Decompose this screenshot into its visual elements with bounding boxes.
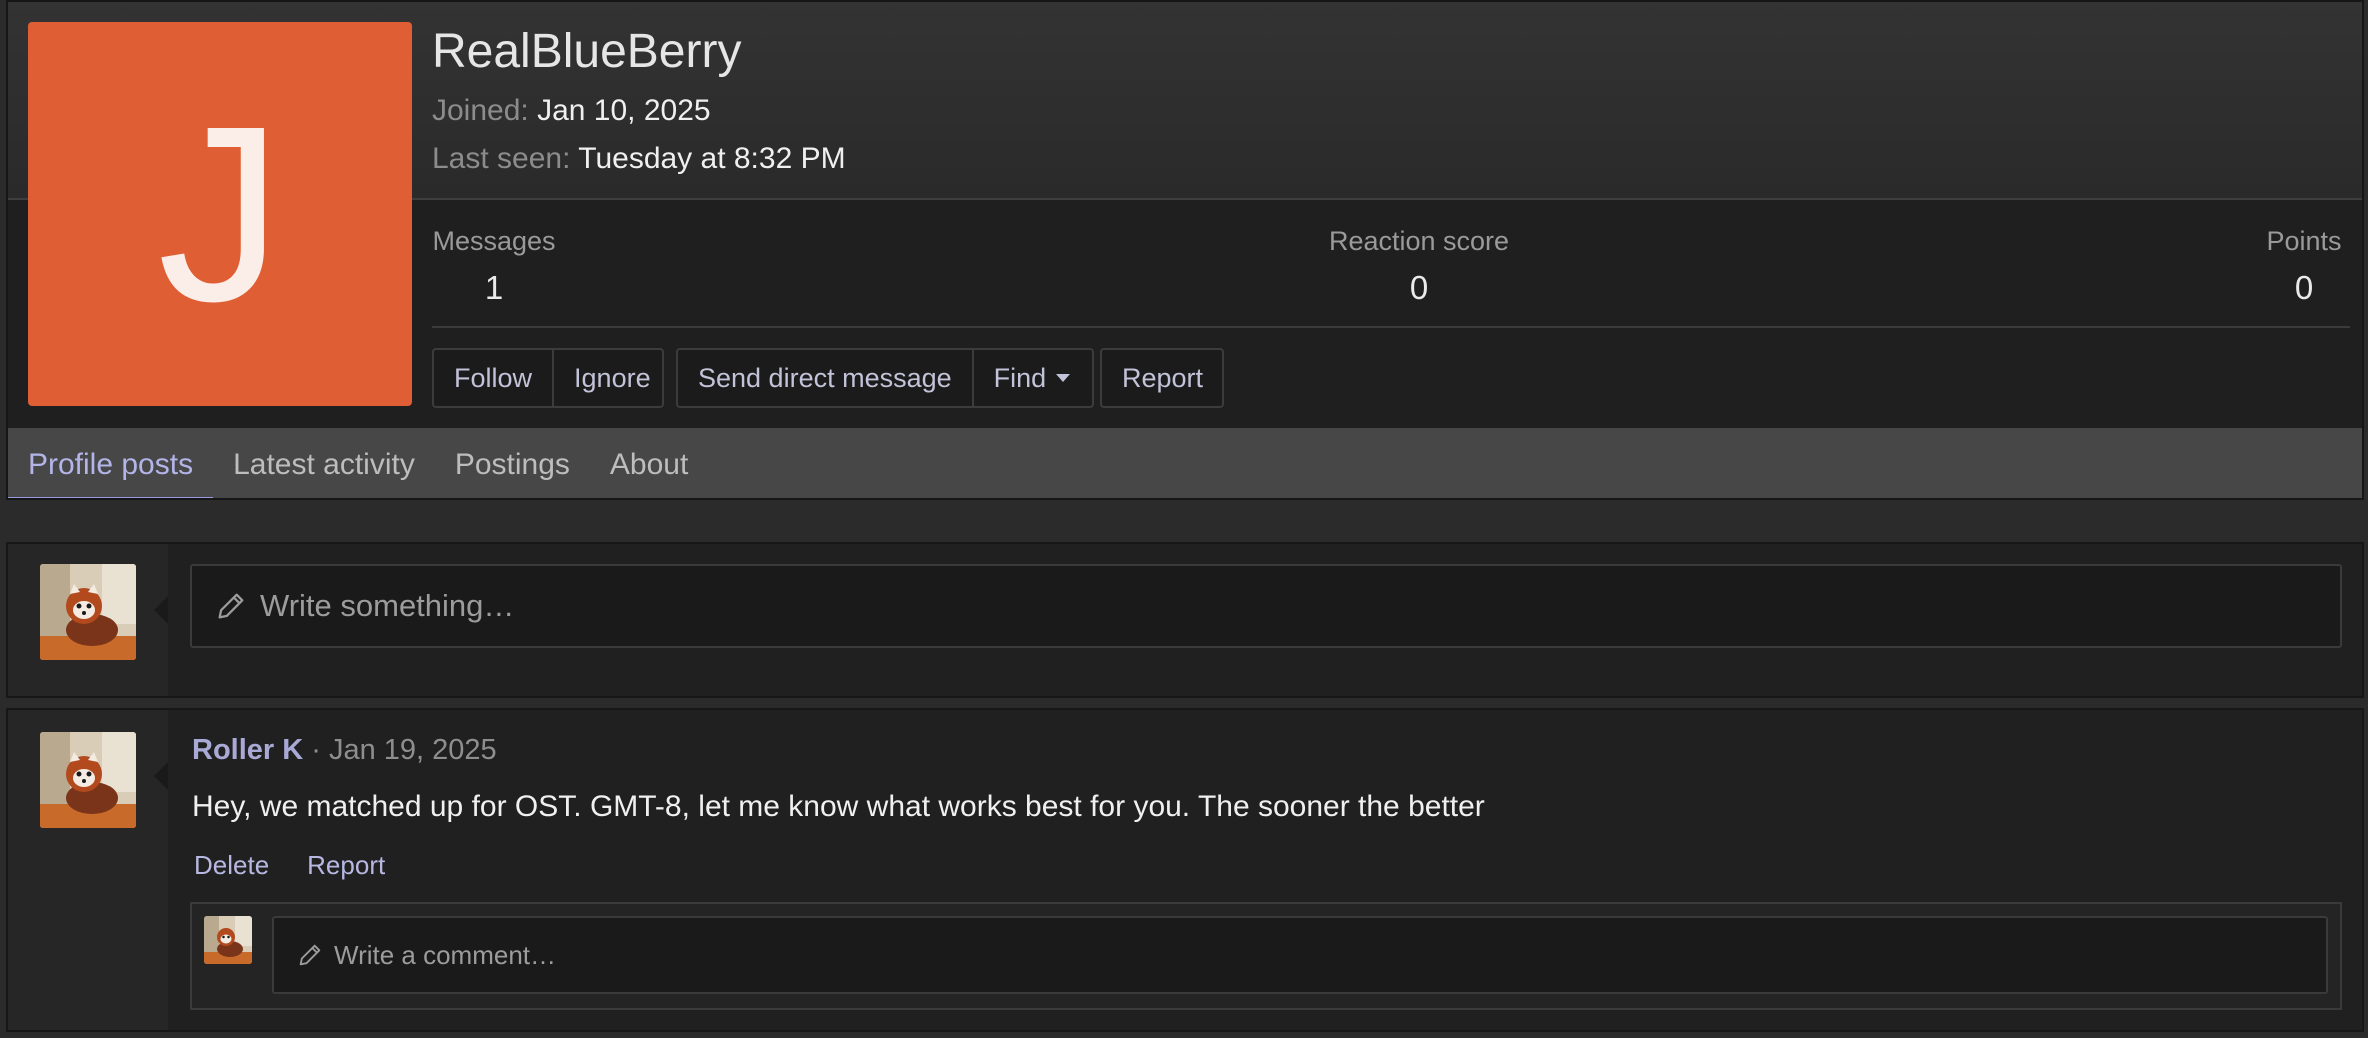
follow-ignore-group: Follow Ignore (432, 348, 664, 408)
profile-avatar[interactable]: J (28, 22, 412, 406)
write-something-placeholder: Write something… (260, 588, 515, 623)
profile-username: RealBlueBerry (432, 25, 742, 78)
pencil-icon (299, 944, 321, 966)
profile-page: J RealBlueBerry Joined: Jan 10, 2025 Las… (0, 0, 2368, 1038)
stat-reaction-score: Reaction score 0 (1308, 226, 1530, 307)
find-dropdown-button[interactable]: Find (971, 350, 1091, 406)
comment-user-avatar[interactable] (204, 916, 252, 964)
profile-post: Roller K · Jan 19, 2025 Hey, we matched … (6, 708, 2364, 1032)
report-profile-button[interactable]: Report (1102, 350, 1223, 406)
red-panda-avatar-image (204, 916, 252, 964)
stats-divider (432, 326, 2350, 328)
post-header: Roller K · Jan 19, 2025 (192, 734, 497, 767)
red-panda-avatar-image (40, 732, 136, 828)
write-comment-input[interactable]: Write a comment… (272, 916, 2328, 994)
post-pointer (154, 762, 168, 790)
post-author-link[interactable]: Roller K (192, 734, 303, 766)
last-seen-label: Last seen: (432, 142, 571, 175)
follow-button[interactable]: Follow (434, 350, 552, 406)
comment-area: Write a comment… (190, 902, 2342, 1010)
post-body: Hey, we matched up for OST. GMT-8, let m… (192, 790, 1485, 823)
send-direct-message-button[interactable]: Send direct message (678, 350, 972, 406)
joined-date: Jan 10, 2025 (537, 94, 711, 127)
profile-post-composer: Write something… (6, 542, 2364, 698)
stat-messages-label: Messages (432, 226, 556, 256)
delete-post-link[interactable]: Delete (192, 850, 271, 881)
last-seen-info: Last seen: Tuesday at 8:32 PM (432, 142, 846, 176)
stat-points-value[interactable]: 0 (2262, 269, 2346, 307)
tab-latest-activity[interactable]: Latest activity (213, 428, 435, 498)
write-something-input[interactable]: Write something… (190, 564, 2342, 648)
profile-header: J RealBlueBerry Joined: Jan 10, 2025 Las… (6, 0, 2364, 500)
stat-messages-value[interactable]: 1 (432, 269, 556, 307)
post-date[interactable]: Jan 19, 2025 (329, 734, 497, 766)
last-seen-value[interactable]: Tuesday at 8:32 PM (578, 142, 845, 175)
tab-about[interactable]: About (590, 428, 708, 498)
post-author-avatar[interactable] (40, 732, 136, 828)
pencil-icon (218, 593, 244, 619)
joined-label: Joined: (432, 94, 529, 127)
stat-points: Points 0 (2262, 226, 2346, 307)
stat-reaction-value[interactable]: 0 (1308, 269, 1530, 307)
red-panda-avatar-image (40, 564, 136, 660)
message-find-group: Send direct message Find (676, 348, 1094, 408)
post-actions: Delete Report (192, 850, 387, 881)
post-separator: · (303, 734, 329, 766)
current-user-avatar[interactable] (40, 564, 136, 660)
profile-tabs: Profile posts Latest activity Postings A… (8, 428, 2362, 498)
stat-messages: Messages 1 (432, 226, 556, 307)
tab-postings[interactable]: Postings (435, 428, 590, 498)
stat-points-label: Points (2266, 226, 2342, 256)
avatar-letter: J (157, 74, 283, 353)
joined-info: Joined: Jan 10, 2025 (432, 94, 711, 128)
report-group: Report (1100, 348, 1224, 408)
tab-profile-posts[interactable]: Profile posts (8, 428, 214, 498)
write-comment-placeholder: Write a comment… (334, 939, 557, 970)
chevron-down-icon (1056, 374, 1071, 382)
composer-pointer (154, 596, 168, 624)
stat-reaction-label: Reaction score (1328, 226, 1510, 256)
ignore-button[interactable]: Ignore (552, 350, 671, 406)
report-post-link[interactable]: Report (305, 850, 387, 881)
find-label: Find (993, 362, 1047, 393)
